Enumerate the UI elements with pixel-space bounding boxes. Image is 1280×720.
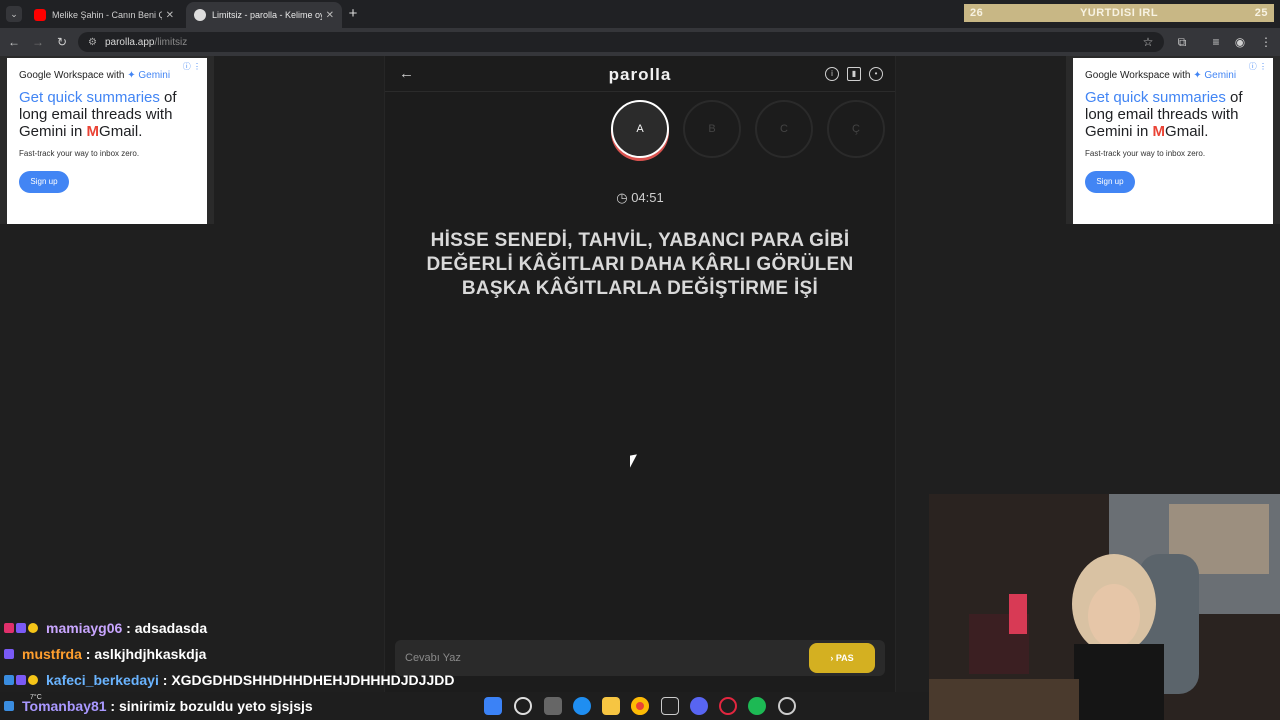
ad-subtext: Fast-track your way to inbox zero. — [1085, 149, 1206, 158]
extensions-icon[interactable]: ⧉ — [1174, 34, 1190, 50]
ad-signup-button[interactable]: Sign up — [1085, 171, 1135, 193]
bookmark-star-icon[interactable]: ☆ — [1140, 34, 1156, 50]
stream-overlay-bar: 26 YURTDISI IRL 25 — [964, 4, 1274, 22]
task-view-icon[interactable] — [544, 697, 562, 715]
letter-circle-b: B — [683, 100, 741, 158]
pass-label: PAS — [835, 653, 854, 663]
forward-arrow-icon[interactable]: → — [30, 34, 46, 50]
address-url: parolla.app/limitsiz — [104, 36, 188, 48]
chat-username: mustfrda — [22, 646, 82, 662]
left-ad-banner[interactable]: ⓘ ⋮ Google Workspace with ✦ Gemini Get q… — [7, 58, 207, 224]
badge-icon — [16, 675, 26, 685]
ad-info-icon[interactable]: ⓘ ⋮ — [183, 61, 201, 72]
info-icon[interactable]: i — [825, 67, 839, 81]
game-logo: parolla — [608, 65, 672, 84]
browser-tabbar: ⌄ Melike Şahin - Canın Beni Çekti ✕ Limi… — [0, 0, 1280, 28]
os-taskbar — [0, 692, 1280, 720]
question-text: HİSSE SENEDİ, TAHVİL, YABANCI PARA GİBİ … — [426, 230, 854, 299]
answer-input[interactable] — [405, 649, 785, 667]
chat-text: : adsadasda — [122, 620, 208, 636]
ad-headline: Get quick summaries of long email thread… — [1085, 89, 1243, 140]
tab-youtube[interactable]: Melike Şahin - Canın Beni Çekti ✕ — [26, 2, 182, 28]
tab-title: Melike Şahin - Canın Beni Çekti — [52, 10, 162, 20]
app-icon[interactable] — [778, 697, 796, 715]
game-panel: ← parolla i ▮ • A B C Ç ◷ 04:51 HİSSE SE… — [384, 56, 896, 692]
reading-list-icon[interactable]: ≡ — [1208, 34, 1224, 50]
stats-icon[interactable]: ▮ — [847, 67, 861, 81]
x-app-icon[interactable] — [661, 697, 679, 715]
back-arrow-icon[interactable]: ← — [6, 34, 22, 50]
chevron-right-icon: › — [830, 653, 834, 663]
close-tab-icon[interactable]: ✕ — [326, 10, 334, 21]
chat-text: : aslkjhdjhkaskdja — [81, 646, 207, 662]
mouse-cursor-icon — [630, 454, 637, 468]
chat-username: mamiayg06 — [46, 620, 123, 636]
chat-message: mamiayg06 : adsadasda — [0, 620, 207, 636]
right-ad-column: ⓘ ⋮ Google Workspace with ✦ Gemini Get q… — [1066, 56, 1280, 224]
badge-icon — [4, 675, 14, 685]
ad-headline: Get quick summaries of long email thread… — [19, 89, 177, 140]
badge-icon — [28, 675, 38, 685]
parolla-favicon-icon — [194, 9, 206, 21]
badge-icon — [4, 649, 14, 659]
edge-browser-icon[interactable] — [573, 697, 591, 715]
chat-badges — [4, 649, 16, 659]
chat-badges — [4, 623, 40, 633]
profile-avatar-icon[interactable]: ◉ — [1232, 34, 1248, 50]
reload-icon[interactable]: ↻ — [54, 34, 70, 50]
search-icon[interactable] — [514, 697, 532, 715]
badge-icon — [28, 623, 38, 633]
tab-title: Limitsiz - parolla - Kelime oyunu — [212, 10, 322, 20]
game-timer: ◷ 04:51 — [385, 190, 895, 206]
tab-parolla[interactable]: Limitsiz - parolla - Kelime oyunu ✕ — [186, 2, 342, 28]
youtube-favicon-icon — [34, 9, 46, 21]
chat-username: kafeci_berkedayi — [46, 672, 159, 688]
pass-button[interactable]: › PAS — [809, 643, 875, 673]
chat-badges — [4, 675, 40, 685]
windows-start-icon[interactable] — [484, 697, 502, 715]
clock-icon: ◷ — [616, 190, 628, 205]
profile-icon[interactable]: • — [869, 67, 883, 81]
letter-circle-c: C — [755, 100, 813, 158]
streamer-webcam — [929, 494, 1280, 720]
spotify-icon[interactable] — [748, 697, 766, 715]
overlay-title: YURTDISI IRL — [1079, 7, 1159, 19]
right-ad-banner[interactable]: ⓘ ⋮ Google Workspace with ✦ Gemini Get q… — [1073, 58, 1273, 224]
new-tab-button[interactable]: + — [346, 5, 360, 22]
overlay-left-number: 26 — [970, 7, 984, 19]
left-ad-column: ⓘ ⋮ Google Workspace with ✦ Gemini Get q… — [0, 56, 214, 224]
ad-info-icon[interactable]: ⓘ ⋮ — [1249, 61, 1267, 72]
ad-brand: Google Workspace with ✦ Gemini — [1085, 70, 1237, 81]
chat-message: kafeci_berkedayi : XGDGDHDSHHDHHDHEHJDHH… — [0, 672, 454, 688]
ad-brand: Google Workspace with ✦ Gemini — [19, 70, 171, 81]
webcam-image — [929, 494, 1280, 720]
letter-circle-c-cedilla: Ç — [827, 100, 885, 158]
menu-kebab-icon[interactable]: ⋮ — [1258, 34, 1274, 50]
tab-search-dropdown-icon[interactable]: ⌄ — [6, 6, 22, 22]
game-header: ← parolla i ▮ • — [385, 56, 895, 92]
address-bar[interactable]: ⚙ parolla.app/limitsiz — [78, 32, 1164, 52]
ad-subtext: Fast-track your way to inbox zero. — [19, 149, 140, 158]
overlay-right-number: 25 — [1254, 7, 1268, 19]
browser-toolbar: ← → ↻ ⚙ parolla.app/limitsiz ☆ ⧉ ≡ ◉ ⋮ — [0, 28, 1280, 56]
close-tab-icon[interactable]: ✕ — [166, 10, 174, 21]
letter-circle-a: A — [611, 100, 669, 158]
timer-value: 04:51 — [631, 190, 664, 205]
answer-bar: › PAS — [395, 640, 885, 676]
badge-icon — [16, 623, 26, 633]
opera-icon[interactable] — [719, 697, 737, 715]
discord-icon[interactable] — [690, 697, 708, 715]
badge-icon — [4, 623, 14, 633]
file-explorer-icon[interactable] — [602, 697, 620, 715]
chrome-browser-icon[interactable] — [631, 697, 649, 715]
chat-text: : XGDGDHDSHHDHHDHEHJDHHHDJDJJDD — [158, 672, 455, 688]
site-info-icon[interactable]: ⚙ — [88, 37, 97, 48]
chat-message: mustfrda : aslkjhdjhkaskdja — [0, 646, 206, 662]
ad-signup-button[interactable]: Sign up — [19, 171, 69, 193]
